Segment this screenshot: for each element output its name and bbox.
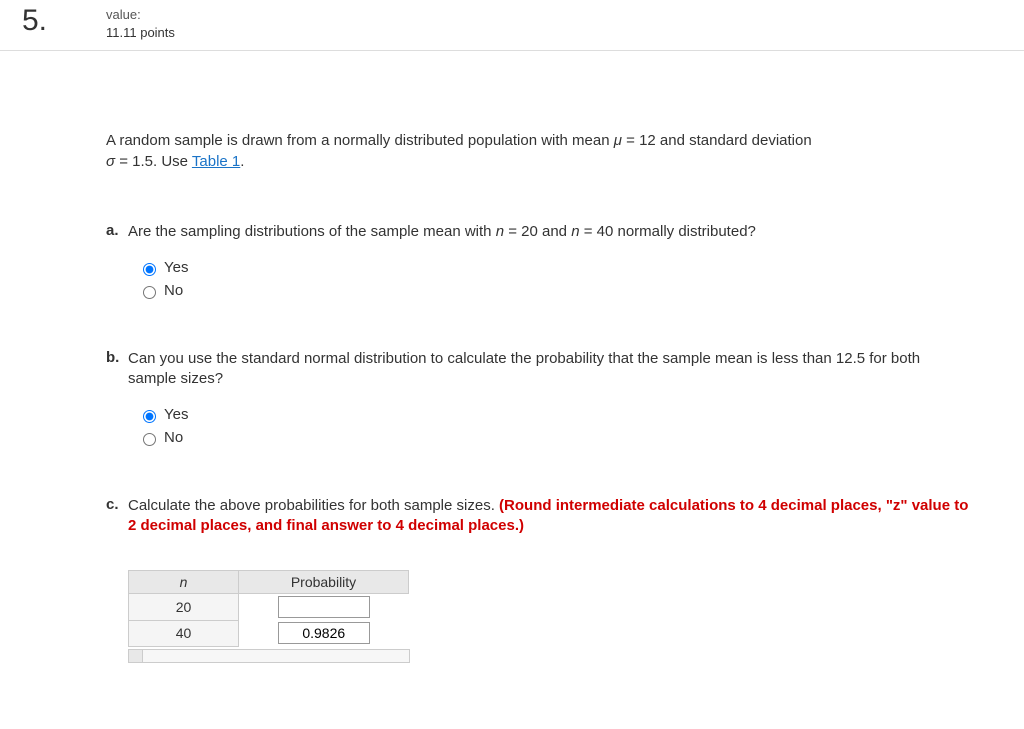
part-b-label: b. — [106, 349, 128, 366]
part-b-options: Yes No — [106, 403, 970, 450]
horizontal-scrollbar[interactable] — [128, 649, 410, 663]
col-header-probability: Probability — [239, 571, 409, 594]
option-label: No — [164, 426, 183, 449]
part-c-question: Calculate the above probabilities for bo… — [128, 496, 970, 537]
question-content: A random sample is drawn from a normally… — [0, 51, 1010, 728]
part-a: a. Are the sampling distributions of the… — [106, 222, 970, 303]
option-label: No — [164, 279, 183, 302]
table-1-link[interactable]: Table 1 — [192, 153, 240, 170]
intro-eq-mu: = 12 and standard deviation — [622, 132, 812, 149]
probability-table: n Probability 20 40 — [128, 570, 409, 647]
table-header-row: n Probability — [129, 571, 409, 594]
col-header-n: n — [129, 571, 239, 594]
probability-table-wrap: n Probability 20 40 — [128, 570, 970, 647]
part-b: b. Can you use the standard normal distr… — [106, 349, 970, 450]
n-value: 40 — [129, 620, 239, 646]
scrollbar-left-button[interactable] — [129, 650, 143, 662]
option-label: Yes — [164, 403, 188, 426]
intro-period: . — [240, 153, 244, 170]
part-b-option-yes[interactable]: Yes — [138, 403, 970, 426]
part-b-question: Can you use the standard normal distribu… — [128, 349, 970, 390]
radio-a-yes[interactable] — [143, 263, 156, 276]
probability-input-n20[interactable] — [278, 596, 370, 618]
part-a-options: Yes No — [106, 256, 970, 303]
intro-text: A random sample is drawn from a normally… — [106, 131, 970, 172]
probability-input-n40[interactable] — [278, 622, 370, 644]
n-value: 20 — [129, 594, 239, 621]
probability-cell — [239, 620, 409, 646]
part-c: c. Calculate the above probabilities for… — [106, 496, 970, 663]
probability-cell — [239, 594, 409, 621]
part-b-option-no[interactable]: No — [138, 426, 970, 449]
part-c-label: c. — [106, 496, 128, 513]
part-a-option-yes[interactable]: Yes — [138, 256, 970, 279]
value-label: value: — [106, 6, 175, 24]
option-label: Yes — [164, 256, 188, 279]
sigma-symbol: σ — [106, 153, 115, 170]
table-row: 40 — [129, 620, 409, 646]
radio-b-no[interactable] — [143, 433, 156, 446]
points-value: 11.11 points — [106, 24, 175, 42]
part-a-label: a. — [106, 222, 128, 239]
radio-b-yes[interactable] — [143, 410, 156, 423]
radio-a-no[interactable] — [143, 286, 156, 299]
part-a-option-no[interactable]: No — [138, 279, 970, 302]
mu-symbol: μ — [614, 132, 622, 149]
question-number: 5. — [0, 6, 106, 36]
intro-eq-sigma: = 1.5. Use — [115, 153, 192, 170]
question-meta: value: 11.11 points — [106, 6, 175, 42]
part-a-question: Are the sampling distributions of the sa… — [128, 222, 970, 242]
question-header: 5. value: 11.11 points — [0, 0, 1024, 51]
intro-before-mu: A random sample is drawn from a normally… — [106, 132, 614, 149]
table-row: 20 — [129, 594, 409, 621]
